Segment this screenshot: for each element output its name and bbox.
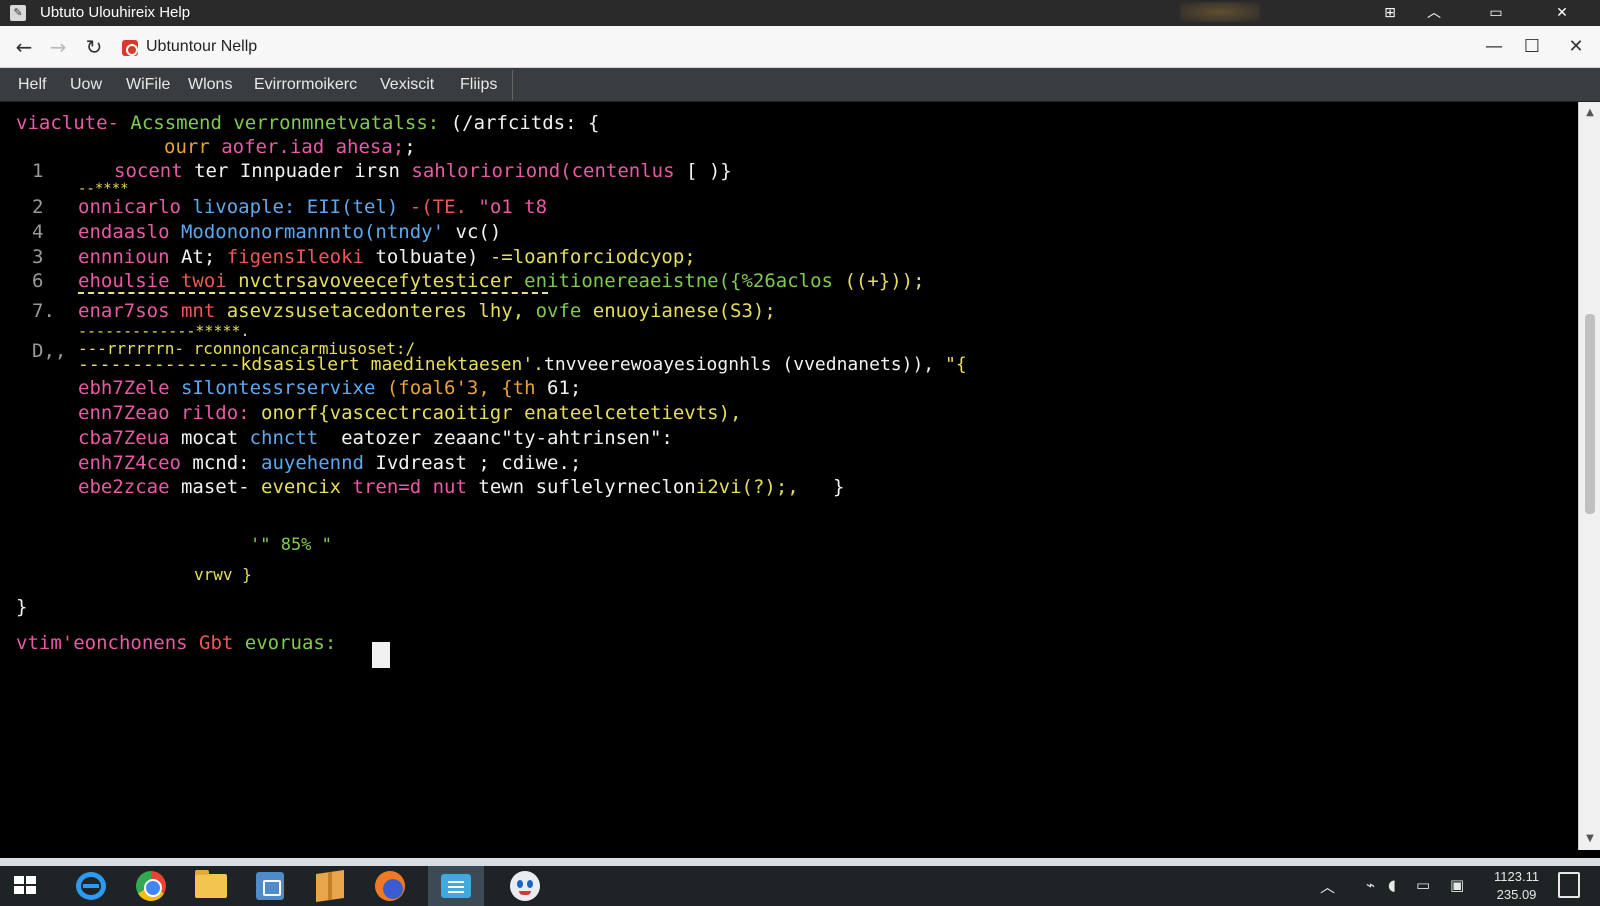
text-cursor[interactable] <box>372 642 390 668</box>
scrollbar-thumb[interactable] <box>1585 314 1595 514</box>
terminal-line: ourr aofer.iad ahesa;; <box>164 136 416 158</box>
edge-button[interactable] <box>62 866 118 906</box>
terminal-icon <box>441 874 471 898</box>
clock-date: 235.09 <box>1496 887 1537 902</box>
terminal-line: ennnioun At; figensIleoki tolbuate) -=lo… <box>78 246 696 268</box>
system-clock[interactable]: 1123.11 235.09 <box>1494 868 1539 904</box>
menu-item-fliips[interactable]: Fliips <box>460 76 497 94</box>
command-prompt: vtim'eonchonens Gbt evoruas: <box>16 632 337 654</box>
menu-divider <box>512 70 513 100</box>
ubuntu-face-button[interactable] <box>496 866 552 906</box>
menu-item-helf[interactable]: Helf <box>18 76 46 94</box>
line-number: 1 <box>32 160 44 182</box>
terminal-line: ebh7Zele sIlontessrservixe (foal6'3, {th… <box>78 377 582 399</box>
scroll-up-icon[interactable]: ▲ <box>1579 104 1600 122</box>
terminal-line: enar7sos mnt asevzsusetacedonteres lhy, … <box>78 300 776 322</box>
windows-start-icon <box>14 876 38 896</box>
package-button[interactable] <box>302 866 358 906</box>
terminal-line: endaaslo Modononormannnto(ntndy' vc() <box>78 221 502 243</box>
firefox-icon <box>375 871 405 901</box>
package-icon <box>316 870 344 902</box>
menu-item-uow[interactable]: Uow <box>70 76 102 94</box>
dashed-underline <box>78 292 548 294</box>
terminal-area[interactable]: viaclute- Acssmend verronmnetvatalss: (/… <box>0 102 1578 850</box>
menu-item-environment[interactable]: Evirrormoikerc <box>254 76 357 94</box>
clipboard-icon: ✎ <box>10 5 26 21</box>
window-title-bar: ✎ Ubtuto Ulouhireix Help ⊞ ︿ ▭ ✕ <box>0 0 1600 26</box>
network-icon[interactable]: ⌁ <box>1366 876 1375 894</box>
window-title: Ubtuto Ulouhireix Help <box>40 4 191 21</box>
tab-title[interactable]: Ubtuntour Nellp <box>146 38 257 56</box>
terminal-line: socent ter Innpuader irsn sahlorioriond(… <box>114 160 732 182</box>
keyboard-icon[interactable]: ▭ <box>1416 876 1430 894</box>
terminal-line: ehoulsie twoi nvctrsavoveecefytesticer e… <box>78 270 925 292</box>
line-number: 7. <box>32 300 55 322</box>
browser-toolbar: ← → ↻ Ubtuntour Nellp — ☐ ✕ <box>0 26 1600 68</box>
back-arrow-icon[interactable]: ← <box>10 34 38 60</box>
title-bar-glow <box>1180 2 1260 22</box>
menu-item-vexiscit[interactable]: Vexiscit <box>380 76 434 94</box>
terminal-button[interactable] <box>428 866 484 906</box>
store-button[interactable] <box>242 866 298 906</box>
terminal-line: enn7Zeao rildo: onorf{vascectrcaoitigr e… <box>78 402 742 424</box>
chrome-icon <box>136 871 166 901</box>
file-explorer-icon <box>195 870 227 898</box>
refresh-icon[interactable]: ↻ <box>80 34 108 60</box>
close-button[interactable]: ✕ <box>1556 34 1596 60</box>
closing-brace: } <box>16 596 28 618</box>
line-number: D,, <box>32 340 67 362</box>
store-icon <box>256 872 284 900</box>
clock-time: 1123.11 <box>1494 869 1540 884</box>
tab-favicon-icon <box>122 40 138 56</box>
edge-icon <box>76 872 106 900</box>
progress-indicator: '" 85% " <box>250 535 332 555</box>
windows-start-button[interactable] <box>0 866 56 906</box>
notification-icon[interactable] <box>1558 872 1580 898</box>
volume-icon[interactable]: ◖ <box>1388 876 1396 894</box>
file-explorer-button[interactable] <box>182 866 238 906</box>
line-number: 2 <box>32 196 44 218</box>
chevron-up-icon[interactable]: ︿ <box>1320 876 1335 897</box>
chrome-button[interactable] <box>122 866 178 906</box>
maximize-button[interactable]: ☐ <box>1512 34 1552 60</box>
terminal-line: onnicarlo livoaple: EII(tel) -(TE. "o1 t… <box>78 196 548 218</box>
minimize-button[interactable]: ▭ <box>1474 0 1518 26</box>
battery-icon[interactable]: ▣ <box>1450 876 1464 894</box>
firefox-button[interactable] <box>362 866 418 906</box>
forward-arrow-icon[interactable]: → <box>44 34 72 60</box>
terminal-line: cba7Zeua mocat chnctt eatozer zeaanc"ty-… <box>78 427 673 449</box>
closing-inner: vrwv } <box>194 565 252 584</box>
scroll-down-icon[interactable]: ▼ <box>1579 830 1600 848</box>
menu-item-wifile[interactable]: WiFile <box>126 76 170 94</box>
terminal-line: ---------------kdsasislert maedinektaese… <box>78 354 967 375</box>
line-number: 3 <box>32 246 44 268</box>
menu-bar: Helf Uow WiFile Wlons Evirrormoikerc Vex… <box>0 68 1600 102</box>
chevron-up-icon[interactable]: ︿ <box>1412 0 1456 26</box>
terminal-line: ebe2zcae maset- evencix tren=d nut tewn … <box>78 476 845 498</box>
terminal-line: viaclute- Acssmend verronmnetvatalss: (/… <box>16 112 600 134</box>
taskbar: ︿ ⌁ ◖ ▭ ▣ 1123.11 235.09 <box>0 858 1600 906</box>
layout-icon[interactable]: ⊞ <box>1368 0 1412 26</box>
ubuntu-face-icon <box>510 871 540 901</box>
terminal-line: enh7Z4ceo mcnd: auyehennd Ivdreast ; cdi… <box>78 452 582 474</box>
menu-item-wlons[interactable]: Wlons <box>188 76 232 94</box>
line-number: 6 <box>32 270 44 292</box>
vertical-scrollbar[interactable]: ▲ ▼ <box>1578 102 1600 850</box>
line-number: 4 <box>32 221 44 243</box>
close-button[interactable]: ✕ <box>1540 0 1584 26</box>
minimize-button[interactable]: — <box>1474 34 1514 60</box>
